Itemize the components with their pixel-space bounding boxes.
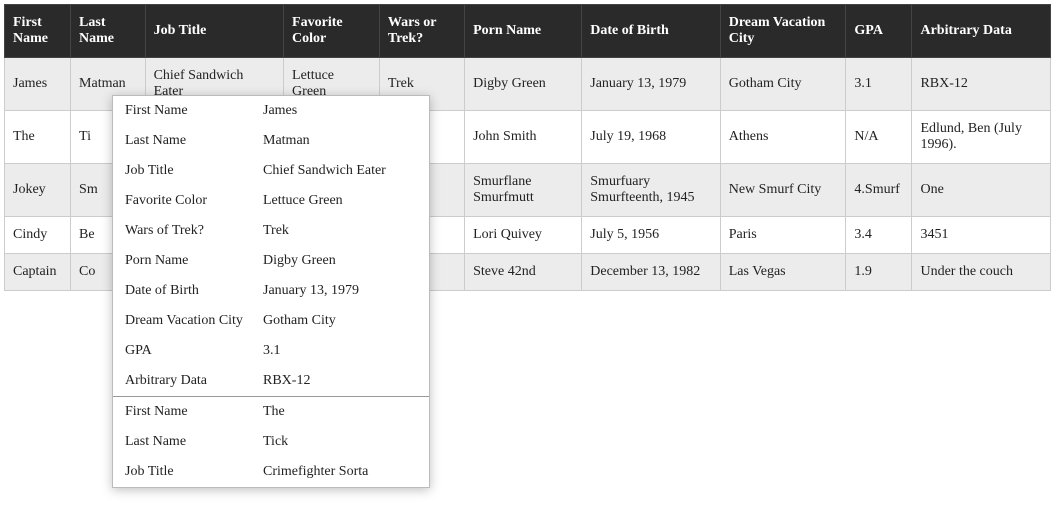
popup-label: Job Title xyxy=(125,464,263,480)
app-container: First Name Last Name Job Title Favorite … xyxy=(0,0,1055,295)
popup-row: Arbitrary DataRBX-12 xyxy=(113,366,429,396)
popup-value: James xyxy=(263,103,417,119)
table-cell: One xyxy=(912,164,1051,217)
table-cell: New Smurf City xyxy=(720,164,846,217)
popup-value: Lettuce Green xyxy=(263,193,417,209)
popup-value: Matman xyxy=(263,133,417,149)
table-cell: Digby Green xyxy=(465,58,582,111)
table-cell: N/A xyxy=(846,111,912,164)
popup-section: First NameJamesLast NameMatmanJob TitleC… xyxy=(113,96,429,397)
popup-row: First NameThe xyxy=(113,397,429,427)
popup-label: Job Title xyxy=(125,163,263,179)
detail-popup: First NameJamesLast NameMatmanJob TitleC… xyxy=(112,95,430,488)
table-cell: John Smith xyxy=(465,111,582,164)
popup-label: Dream Vacation City xyxy=(125,313,263,329)
col-header-porn-name[interactable]: Porn Name xyxy=(465,5,582,58)
popup-label: Wars of Trek? xyxy=(125,223,263,239)
col-header-favorite-color[interactable]: Favorite Color xyxy=(284,5,380,58)
popup-row: GPA3.1 xyxy=(113,336,429,366)
popup-row: Date of BirthJanuary 13, 1979 xyxy=(113,276,429,306)
table-cell: Under the couch xyxy=(912,254,1051,291)
table-cell: The xyxy=(5,111,71,164)
popup-section: First NameTheLast NameTickJob TitleCrime… xyxy=(113,397,429,487)
table-cell: January 13, 1979 xyxy=(582,58,720,111)
popup-value: RBX-12 xyxy=(263,373,417,389)
col-header-job-title[interactable]: Job Title xyxy=(145,5,283,58)
table-cell: Lori Quivey xyxy=(465,217,582,254)
popup-label: Date of Birth xyxy=(125,283,263,299)
col-header-gpa[interactable]: GPA xyxy=(846,5,912,58)
col-header-dob[interactable]: Date of Birth xyxy=(582,5,720,58)
table-cell: 1.9 xyxy=(846,254,912,291)
popup-label: First Name xyxy=(125,404,263,420)
table-cell: Las Vegas xyxy=(720,254,846,291)
popup-value: Digby Green xyxy=(263,253,417,269)
popup-label: GPA xyxy=(125,343,263,359)
popup-row: Last NameTick xyxy=(113,427,429,457)
popup-label: Porn Name xyxy=(125,253,263,269)
table-cell: 3.4 xyxy=(846,217,912,254)
popup-row: First NameJames xyxy=(113,96,429,126)
table-cell: 3.1 xyxy=(846,58,912,111)
popup-value: Trek xyxy=(263,223,417,239)
table-cell: Captain xyxy=(5,254,71,291)
col-header-dream-vacation[interactable]: Dream Vacation City xyxy=(720,5,846,58)
popup-label: Favorite Color xyxy=(125,193,263,209)
popup-row: Favorite ColorLettuce Green xyxy=(113,186,429,216)
popup-value: Gotham City xyxy=(263,313,417,329)
popup-row: Dream Vacation CityGotham City xyxy=(113,306,429,336)
table-cell: July 5, 1956 xyxy=(582,217,720,254)
col-header-arbitrary[interactable]: Arbitrary Data xyxy=(912,5,1051,58)
table-cell: December 13, 1982 xyxy=(582,254,720,291)
popup-row: Porn NameDigby Green xyxy=(113,246,429,276)
popup-value: The xyxy=(263,404,417,420)
table-header-row: First Name Last Name Job Title Favorite … xyxy=(5,5,1051,58)
table-cell: 4.Smurf xyxy=(846,164,912,217)
table-cell: 3451 xyxy=(912,217,1051,254)
col-header-wars-trek[interactable]: Wars or Trek? xyxy=(379,5,464,58)
popup-value: Tick xyxy=(263,434,417,450)
popup-value: Crimefighter Sorta xyxy=(263,464,417,480)
popup-label: Last Name xyxy=(125,133,263,149)
table-cell: Cindy xyxy=(5,217,71,254)
table-cell: Steve 42nd xyxy=(465,254,582,291)
popup-value: January 13, 1979 xyxy=(263,283,417,299)
table-cell: Smurfuary Smurfteenth, 1945 xyxy=(582,164,720,217)
popup-row: Wars of Trek?Trek xyxy=(113,216,429,246)
table-cell: James xyxy=(5,58,71,111)
table-cell: RBX-12 xyxy=(912,58,1051,111)
popup-label: Arbitrary Data xyxy=(125,373,263,389)
table-cell: Paris xyxy=(720,217,846,254)
table-cell: July 19, 1968 xyxy=(582,111,720,164)
popup-label: Last Name xyxy=(125,434,263,450)
popup-row: Job TitleCrimefighter Sorta xyxy=(113,457,429,487)
table-cell: Edlund, Ben (July 1996). xyxy=(912,111,1051,164)
popup-label: First Name xyxy=(125,103,263,119)
popup-row: Last NameMatman xyxy=(113,126,429,156)
table-cell: Smurflane Smurfmutt xyxy=(465,164,582,217)
popup-row: Job TitleChief Sandwich Eater xyxy=(113,156,429,186)
table-cell: Gotham City xyxy=(720,58,846,111)
col-header-first-name[interactable]: First Name xyxy=(5,5,71,58)
table-cell: Jokey xyxy=(5,164,71,217)
col-header-last-name[interactable]: Last Name xyxy=(71,5,146,58)
table-cell: Athens xyxy=(720,111,846,164)
popup-value: Chief Sandwich Eater xyxy=(263,163,417,179)
popup-value: 3.1 xyxy=(263,343,417,359)
